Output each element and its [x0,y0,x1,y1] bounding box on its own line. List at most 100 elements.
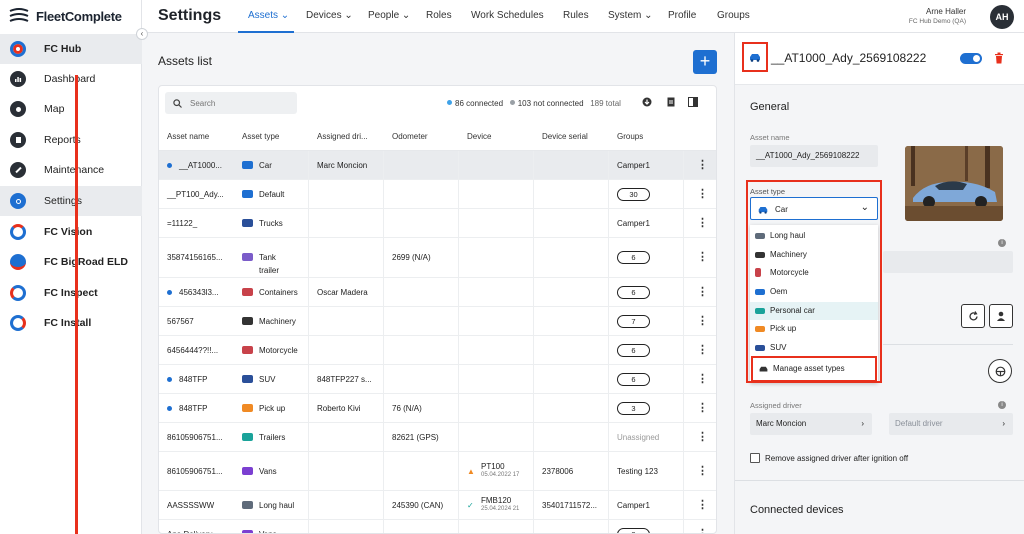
column-header-device[interactable]: Device [467,132,491,141]
sidebar-item-reports[interactable]: Reports [0,125,142,155]
row-menu-icon[interactable]: ⋮ [697,285,708,298]
table-row[interactable]: 848TFP Pick up Roberto Kivi 76 (N/A) 3 ⋮ [159,394,716,423]
document-icon[interactable] [666,97,676,107]
groups-badge[interactable]: 3 [617,402,650,415]
asset-type-text: Pick up [259,404,286,413]
row-menu-icon[interactable]: ⋮ [697,216,708,229]
row-menu-icon[interactable]: ⋮ [697,498,708,511]
tab-work-schedules[interactable]: Work Schedules [471,10,544,21]
table-row[interactable]: __PT100_Ady... Default 30 ⋮ [159,180,716,209]
groups-badge[interactable]: 6 [617,373,650,386]
row-menu-icon[interactable]: ⋮ [697,527,708,533]
row-menu-icon[interactable]: ⋮ [697,158,708,171]
avatar[interactable]: AH [990,5,1014,29]
row-menu-icon[interactable]: ⋮ [697,401,708,414]
row-menu-icon[interactable]: ⋮ [697,430,708,443]
column-header-groups[interactable]: Groups [617,132,643,141]
tab-devices[interactable]: Devices ⌄ [306,10,353,21]
sidebar-item-fc-hub[interactable]: FC Hub [0,34,142,64]
connected-dot [167,290,172,295]
steering-wheel-button[interactable] [988,359,1012,383]
divider [735,480,1024,481]
info-icon[interactable]: i [998,401,1006,409]
refresh-icon [969,311,978,321]
column-divider [308,151,309,533]
collapse-sidebar-button[interactable]: ‹ [136,28,148,40]
odometer-cell: 82621 (GPS) [392,433,439,442]
table-row[interactable]: Ana Delivery Vans 2 ⋮ [159,520,716,533]
table-row[interactable]: __AT1000... Car Marc Moncion Camper1 ⋮ [159,151,716,180]
brand-logo[interactable]: FleetComplete [8,8,122,24]
table-row[interactable]: 6456444??!!... Motorcycle 6 ⋮ [159,336,716,365]
refresh-button[interactable] [961,304,985,328]
groups-badge[interactable]: 2 [617,528,650,533]
sidebar-item-fc-bigroad-eld[interactable]: FC BigRoad ELD [0,247,142,277]
tab-rules[interactable]: Rules [563,10,589,21]
sidebar-item-label: FC BigRoad ELD [44,256,128,268]
tab-label: People [368,10,400,21]
remove-driver-checkbox[interactable] [750,453,760,463]
table-row[interactable]: 86105906751... Vans ▲ PT100 05.04.2022 17 237… [159,452,716,491]
column-header-odometer[interactable]: Odometer [392,132,428,141]
asset-type-cell: Vans [242,530,277,533]
assign-person-button[interactable] [989,304,1013,328]
groups-badge[interactable]: 7 [617,315,650,328]
table-row[interactable]: AASSSSWW Long haul 245390 (CAN) ✓ FMB120 25.0… [159,491,716,520]
tab-system[interactable]: System ⌄ [608,10,653,21]
info-icon[interactable]: i [998,239,1006,247]
warning-icon: ▲ [467,467,475,476]
sidebar-item-map[interactable]: Map [0,94,142,124]
trash-icon[interactable] [994,52,1004,64]
add-asset-button[interactable]: + [693,50,717,74]
search-box[interactable] [165,92,297,114]
download-icon[interactable] [642,97,652,107]
sidebar-item-dashboard[interactable]: Dashboard [0,64,142,94]
sidebar-item-maintenance[interactable]: Maintenance [0,155,142,185]
tab-roles[interactable]: Roles [426,10,452,21]
tab-groups[interactable]: Groups [717,10,750,21]
table-row[interactable]: 567567 Machinery 7 ⋮ [159,307,716,336]
chevron-down-icon: ⌄ [280,10,290,21]
asset-photo[interactable] [905,146,1003,221]
asset-type-text: Default [259,190,285,199]
groups-badge[interactable]: 6 [617,344,650,357]
groups-badge[interactable]: 6 [617,286,650,299]
default-driver-select[interactable]: Default driver › [889,413,1013,435]
row-menu-icon[interactable]: ⋮ [697,372,708,385]
row-menu-icon[interactable]: ⋮ [697,464,708,477]
table-row[interactable]: 35874156165... Tank trailer 2699 (N/A) 6 ⋮ [159,238,716,278]
search-input[interactable] [190,98,290,108]
table-row[interactable]: 456343l3... Containers Oscar Madera 6 ⋮ [159,278,716,307]
tab-profile[interactable]: Profile [668,10,696,21]
tab-label: Devices [306,10,342,21]
sidebar-item-fc-install[interactable]: FC Install [0,308,142,338]
row-menu-icon[interactable]: ⋮ [697,250,708,263]
column-header-asset-name[interactable]: Asset name [167,132,209,141]
groups-badge[interactable]: 30 [617,188,650,201]
groups-badge[interactable]: 6 [617,251,650,264]
table-row[interactable]: =11122_ Trucks Camper1 ⋮ [159,209,716,238]
tab-assets[interactable]: Assets ⌄ [248,10,289,21]
asset-active-toggle[interactable] [960,53,982,64]
asset-name-cell: Ana Delivery [167,530,212,533]
connected-dot [167,163,172,168]
column-header-assigned-driver[interactable]: Assigned dri... [317,132,368,141]
sports-car-image [905,146,1003,221]
columns-icon[interactable] [688,97,698,107]
asset-type-cell: Long haul [242,501,294,510]
column-header-asset-type[interactable]: Asset type [242,132,279,141]
asset-type-icon [242,161,253,169]
row-menu-icon[interactable]: ⋮ [697,187,708,200]
asset-name-field[interactable]: __AT1000_Ady_2569108222 [750,145,878,167]
table-row[interactable]: 848TFP SUV 848TFP227 s... 6 ⋮ [159,365,716,394]
sidebar-item-fc-inspect[interactable]: FC Inspect [0,278,142,308]
hidden-field[interactable] [883,251,1013,273]
row-menu-icon[interactable]: ⋮ [697,314,708,327]
sidebar-item-fc-vision[interactable]: FC Vision [0,217,142,247]
table-row[interactable]: 86105906751... Trailers 82621 (GPS) Unassig… [159,423,716,452]
assigned-driver-select[interactable]: Marc Moncion › [750,413,872,435]
column-header-device-serial[interactable]: Device serial [542,132,588,141]
row-menu-icon[interactable]: ⋮ [697,343,708,356]
sidebar-item-settings[interactable]: Settings [0,186,142,216]
tab-people[interactable]: People ⌄ [368,10,410,21]
